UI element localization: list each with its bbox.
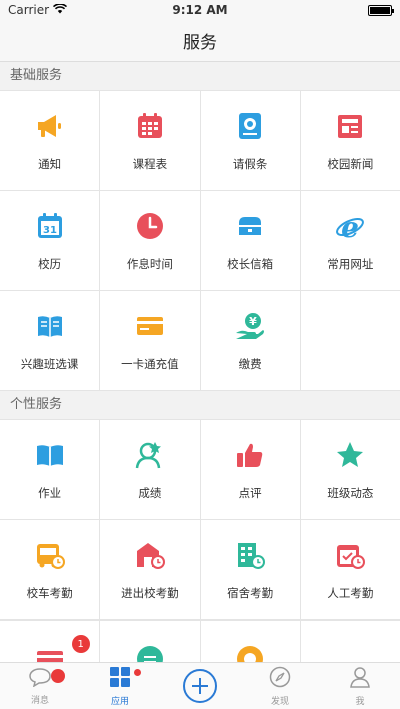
item-label: 请假条: [232, 156, 268, 171]
service-item-dorm-attendance[interactable]: 宿舍考勤: [200, 520, 300, 619]
service-item-class-news[interactable]: 班级动态: [300, 420, 400, 519]
compass-icon: [269, 666, 291, 692]
item-label: 校长信箱: [227, 256, 274, 271]
item-label: 一卡通充值: [121, 356, 179, 371]
leave-slip-icon: [234, 110, 266, 142]
item-label: 校历: [38, 256, 62, 271]
service-item-timetable[interactable]: 课程表: [100, 91, 200, 190]
unread-dot: [51, 669, 65, 683]
service-item-urls[interactable]: e 常用网址: [300, 191, 400, 290]
bus-clock-icon: [34, 539, 66, 571]
grid-icon: [109, 666, 131, 692]
service-item-notice[interactable]: 通知: [0, 91, 100, 190]
thumbs-up-icon: [234, 439, 266, 471]
carrier-label: Carrier: [8, 3, 50, 17]
service-item-school-calendar[interactable]: 31 校历: [0, 191, 100, 290]
service-item-manual-attendance[interactable]: 人工考勤: [300, 520, 400, 619]
service-item-interest-class[interactable]: 兴趣班选课: [0, 291, 100, 390]
open-book-icon: [34, 310, 66, 342]
chat-bubble-icon: [28, 667, 52, 691]
item-label: 班级动态: [327, 485, 374, 500]
svg-text:¥: ¥: [249, 315, 257, 328]
service-item-partial-chat[interactable]: [100, 621, 200, 664]
tab-apps[interactable]: 应用: [80, 663, 160, 709]
book-icon: [34, 439, 66, 471]
svg-text:31: 31: [43, 225, 57, 236]
clock-icon: [134, 210, 166, 242]
basic-services-grid: 通知 课程表 请假条 校园新闻 31 校历 作息时间 校长信箱 e 常用网址 兴…: [0, 90, 400, 391]
service-item-card-recharge[interactable]: 一卡通充值: [100, 291, 200, 390]
service-item-homework[interactable]: 作业: [0, 420, 100, 519]
notification-badge: 1: [71, 635, 90, 653]
tab-add[interactable]: [160, 663, 240, 709]
nav-bar: 服务: [0, 20, 400, 62]
browser-e-icon: e: [334, 210, 366, 242]
item-label: 成绩: [138, 485, 162, 500]
status-left: Carrier: [8, 3, 68, 17]
service-item-gate-attendance[interactable]: 进出校考勤: [100, 520, 200, 619]
service-item-news[interactable]: 校园新闻: [300, 91, 400, 190]
wifi-icon: [52, 3, 68, 17]
newspaper-icon: [334, 110, 366, 142]
tab-messages[interactable]: 消息: [0, 663, 80, 709]
empty-cell: [300, 621, 400, 664]
item-label: 课程表: [132, 156, 168, 171]
service-item-leave[interactable]: 请假条: [200, 91, 300, 190]
item-label: 人工考勤: [327, 585, 374, 600]
item-label: 兴趣班选课: [20, 356, 79, 371]
mailbox-icon: [234, 210, 266, 242]
person-icon: [349, 666, 371, 692]
yen-hand-icon: ¥: [234, 310, 266, 342]
service-item-schedule[interactable]: 作息时间: [100, 191, 200, 290]
service-item-principal-mailbox[interactable]: 校长信箱: [200, 191, 300, 290]
section-header-personal: 个性服务: [0, 391, 400, 419]
service-item-bus-attendance[interactable]: 校车考勤: [0, 520, 100, 619]
battery-icon: [368, 4, 394, 16]
item-label: 校园新闻: [327, 156, 374, 171]
megaphone-icon: [34, 110, 66, 142]
service-item-grades[interactable]: 成绩: [100, 420, 200, 519]
item-label: 缴费: [238, 356, 262, 371]
section-header-basic: 基础服务: [0, 62, 400, 90]
update-dot: [134, 669, 141, 676]
tab-label: 应用: [110, 696, 129, 707]
grade-person-icon: [134, 439, 166, 471]
item-label: 常用网址: [327, 256, 374, 271]
service-item-partial-card[interactable]: 1: [0, 621, 100, 664]
tab-discover[interactable]: 发现: [240, 663, 320, 709]
item-label: 进出校考勤: [121, 585, 179, 600]
item-label: 通知: [38, 156, 62, 171]
tab-label: 发现: [270, 696, 289, 707]
tab-label: 消息: [30, 695, 49, 706]
calendar-grid-icon: [134, 110, 166, 142]
calendar-check-icon: [334, 539, 366, 571]
card-icon: [134, 310, 166, 342]
status-bar: Carrier 9:12 AM: [0, 0, 400, 20]
service-item-payment[interactable]: ¥ 缴费: [200, 291, 300, 390]
service-item-partial-clock[interactable]: [200, 621, 300, 664]
partial-row: 1: [0, 620, 400, 665]
item-label: 点评: [238, 485, 262, 500]
tab-label: 我: [355, 696, 365, 707]
plus-circle-icon: [183, 669, 217, 703]
tab-me[interactable]: 我: [320, 663, 400, 709]
calendar-31-icon: 31: [34, 210, 66, 242]
empty-cell: [300, 291, 400, 390]
item-label: 作业: [38, 485, 62, 500]
star-icon: [334, 439, 366, 471]
svg-text:e: e: [341, 211, 359, 242]
item-label: 宿舍考勤: [227, 585, 274, 600]
tab-bar: 消息 应用 发现 我: [0, 662, 400, 709]
service-item-comments[interactable]: 点评: [200, 420, 300, 519]
building-clock-icon: [234, 539, 266, 571]
personal-services-grid: 作业 成绩 点评 班级动态 校车考勤 进出校考勤 宿舍考勤 人工考勤: [0, 419, 400, 620]
gate-clock-icon: [134, 539, 166, 571]
item-label: 作息时间: [126, 256, 173, 271]
page-title: 服务: [183, 33, 217, 53]
item-label: 校车考勤: [26, 585, 73, 600]
